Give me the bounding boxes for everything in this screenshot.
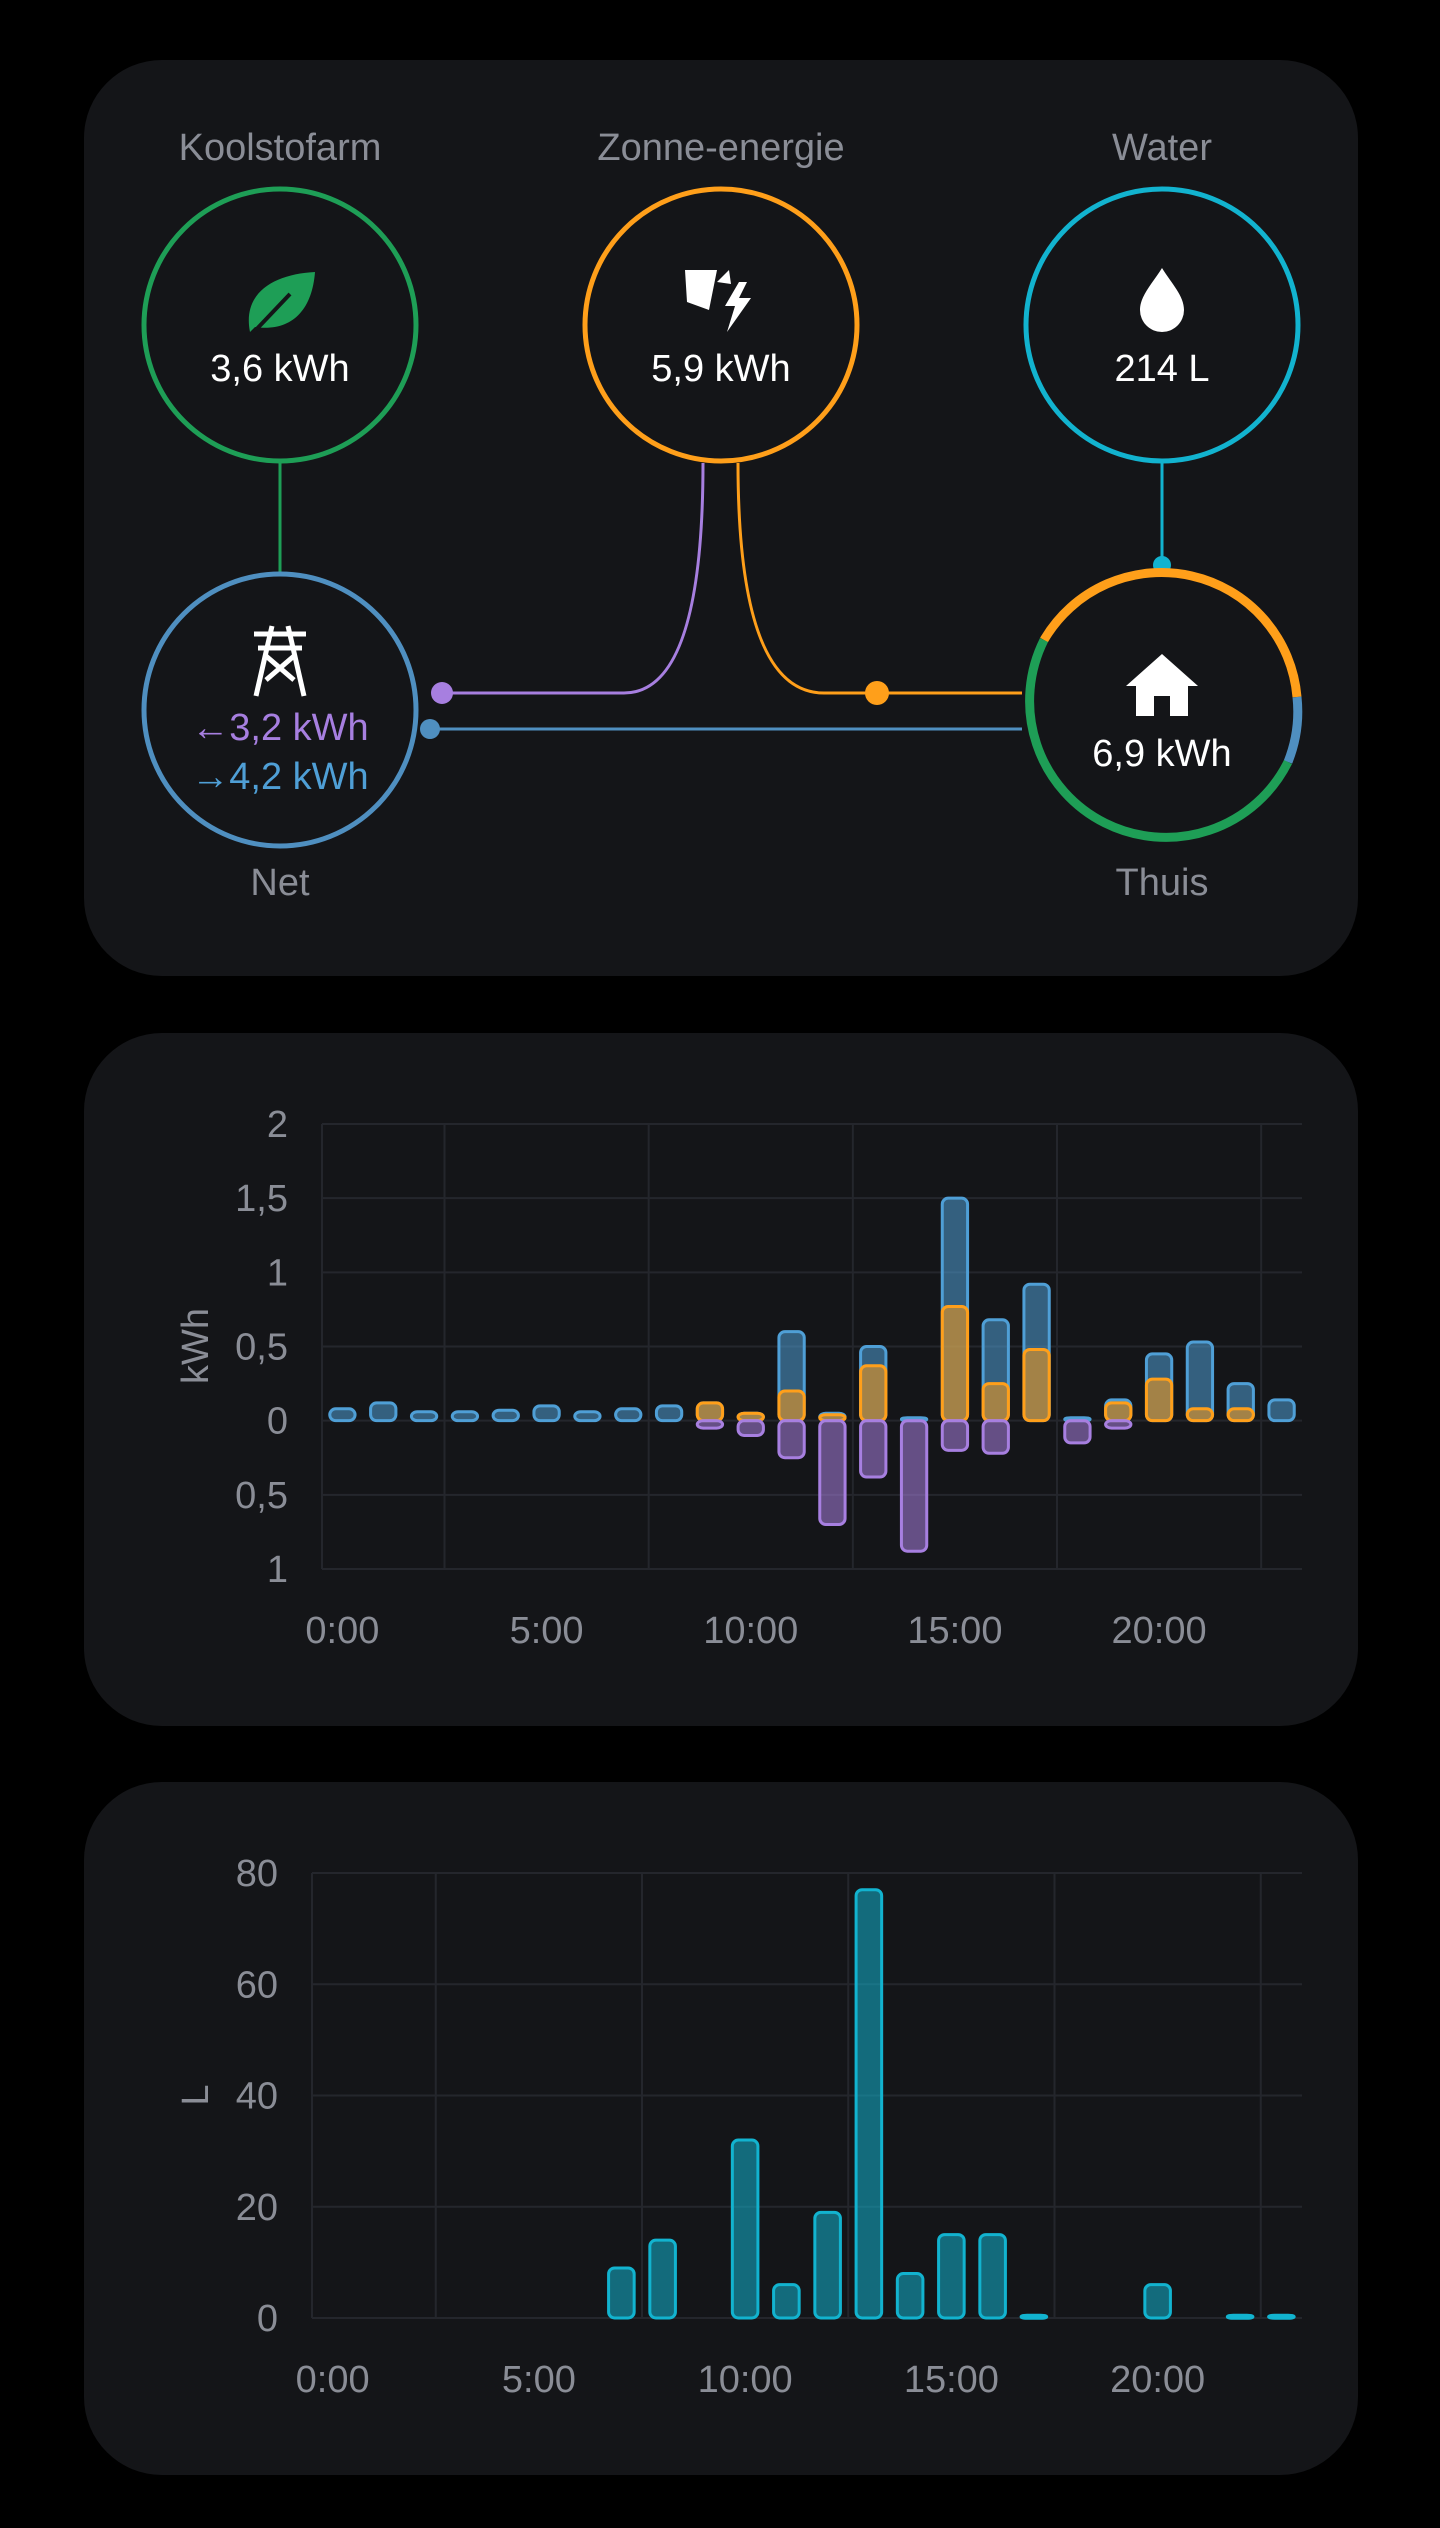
bar-0-17 — [1019, 2313, 1049, 2320]
bar-2-14 — [899, 1419, 929, 1553]
bar-1-16 — [981, 1382, 1010, 1423]
x-tick-label: 5:00 — [502, 2359, 576, 2401]
energy-distribution-card: Koolstofarm Zonne-energie Water 3,6 kWh … — [84, 60, 1358, 976]
grid-export-value: 4,2 kWh — [229, 756, 369, 798]
y-tick-label: 1 — [267, 1549, 288, 1591]
energy-usage-chart: 21,510,500,510:00 5:00 10:00 15:00 20:00kWh — [175, 1104, 1302, 1652]
bar-0-13 — [854, 1888, 884, 2320]
y-tick-label: 0 — [267, 1401, 288, 1443]
bar-2-18 — [1063, 1419, 1092, 1445]
bar-0-4 — [491, 1408, 520, 1423]
bar-1-15 — [940, 1304, 970, 1423]
bar-2-15 — [940, 1419, 970, 1452]
y-axis-label: kWh — [175, 1308, 217, 1384]
bar-0-12 — [813, 2210, 842, 2320]
x-tick-label: 15:00 — [907, 1610, 1002, 1652]
y-tick-label: 1 — [267, 1252, 288, 1294]
bar-0-0 — [328, 1407, 357, 1423]
y-tick-label: 80 — [236, 1853, 278, 1895]
bar-1-19 — [1104, 1401, 1133, 1423]
solar-home-flow-dot — [865, 681, 889, 705]
bar-0-8 — [654, 1404, 684, 1423]
y-tick-label: 60 — [236, 1964, 278, 2006]
x-tick-label: 0:00 — [296, 2359, 370, 2401]
x-tick-label: 10:00 — [703, 1610, 798, 1652]
bar-1-21 — [1185, 1407, 1215, 1423]
bar-0-1 — [369, 1401, 398, 1423]
solar-to-grid-line — [442, 462, 705, 695]
bar-0-3 — [450, 1410, 480, 1423]
y-tick-label: 40 — [236, 2076, 278, 2118]
water-label: Water — [1112, 127, 1212, 169]
bar-2-19 — [1104, 1419, 1133, 1430]
grid-import-value: 3,2 kWh — [229, 707, 369, 749]
solar-node-circle[interactable] — [582, 186, 860, 464]
bar-0-15 — [937, 2233, 966, 2320]
solar-label: Zonne-energie — [597, 127, 845, 169]
x-tick-label: 0:00 — [305, 1610, 379, 1652]
bar-0-14 — [895, 2272, 925, 2320]
bar-0-6 — [573, 1410, 602, 1423]
water-usage-chart: 80 60 40 20 0 0:00 5:00 10:00 15:00 20:00 L — [175, 1853, 1302, 2401]
water-usage-card: 80 60 40 20 0 0:00 5:00 10:00 15:00 20:00 L — [84, 1782, 1358, 2475]
fossil-label: Koolstofarm — [178, 127, 382, 169]
solar-to-home-line — [736, 462, 1022, 695]
y-tick-label: 0 — [257, 2298, 278, 2340]
water-value: 214 L — [1114, 348, 1210, 390]
bar-0-23 — [1267, 2313, 1296, 2320]
bar-0-16 — [978, 2233, 1007, 2320]
solar-value: 5,9 kWh — [651, 348, 791, 390]
y-axis-label: L — [175, 2084, 217, 2105]
bar-0-20 — [1143, 2283, 1172, 2320]
bar-1-9 — [695, 1401, 725, 1423]
y-tick-label: 1,5 — [235, 1178, 288, 1220]
y-tick-label: 0,5 — [235, 1475, 288, 1517]
home-node-ring[interactable] — [1025, 568, 1303, 842]
bar-0-10 — [730, 2138, 760, 2320]
bar-0-5 — [532, 1404, 561, 1423]
bar-1-11 — [777, 1389, 806, 1423]
bar-1-20 — [1144, 1377, 1174, 1423]
flow-lines — [141, 186, 1303, 849]
bar-0-11 — [772, 2283, 801, 2320]
bar-2-10 — [736, 1419, 765, 1437]
solar-power-icon — [685, 270, 751, 332]
x-tick-label: 10:00 — [698, 2359, 793, 2401]
bar-0-8 — [648, 2238, 677, 2320]
home-label: Thuis — [1115, 862, 1209, 904]
grid-export: →4,2 kWh — [130, 755, 430, 799]
bar-2-13 — [859, 1419, 888, 1479]
bar-2-16 — [981, 1419, 1010, 1455]
grid-label: Net — [250, 862, 310, 904]
fossil-value: 3,6 kWh — [210, 348, 350, 390]
bar-1-13 — [859, 1364, 888, 1423]
x-tick-label: 20:00 — [1112, 1610, 1207, 1652]
y-tick-label: 20 — [236, 2187, 278, 2229]
solar-grid-flow-dot — [431, 682, 453, 704]
bar-0-23 — [1267, 1398, 1296, 1423]
bar-2-9 — [695, 1419, 725, 1430]
bar-0-2 — [409, 1410, 439, 1423]
energy-usage-card: 2 1,5 1 0,5 0 0,5 1 0:00 5:00 10:00 15:00 20:00 kWh — [84, 1033, 1358, 1726]
grid-import: ←3,2 kWh — [130, 706, 430, 750]
home-value: 6,9 kWh — [1092, 733, 1232, 775]
arrow-right-icon: → — [191, 756, 230, 798]
bar-0-7 — [607, 2266, 636, 2320]
water-drop-icon — [1140, 268, 1184, 332]
bar-1-17 — [1022, 1347, 1051, 1423]
bar-0-7 — [614, 1407, 643, 1423]
x-tick-label: 15:00 — [904, 2359, 999, 2401]
leaf-icon — [248, 272, 315, 336]
home-icon — [1126, 654, 1198, 716]
bar-2-12 — [818, 1419, 847, 1526]
bar-0-22 — [1225, 2313, 1255, 2320]
x-tick-label: 5:00 — [510, 1610, 584, 1652]
x-tick-label: 20:00 — [1110, 2359, 1205, 2401]
arrow-left-icon: ← — [191, 707, 230, 749]
transmission-tower-icon — [253, 625, 307, 697]
y-tick-label: 0,5 — [235, 1327, 288, 1369]
bar-2-11 — [777, 1419, 806, 1460]
bar-1-22 — [1226, 1407, 1255, 1423]
y-tick-label: 2 — [267, 1104, 288, 1146]
